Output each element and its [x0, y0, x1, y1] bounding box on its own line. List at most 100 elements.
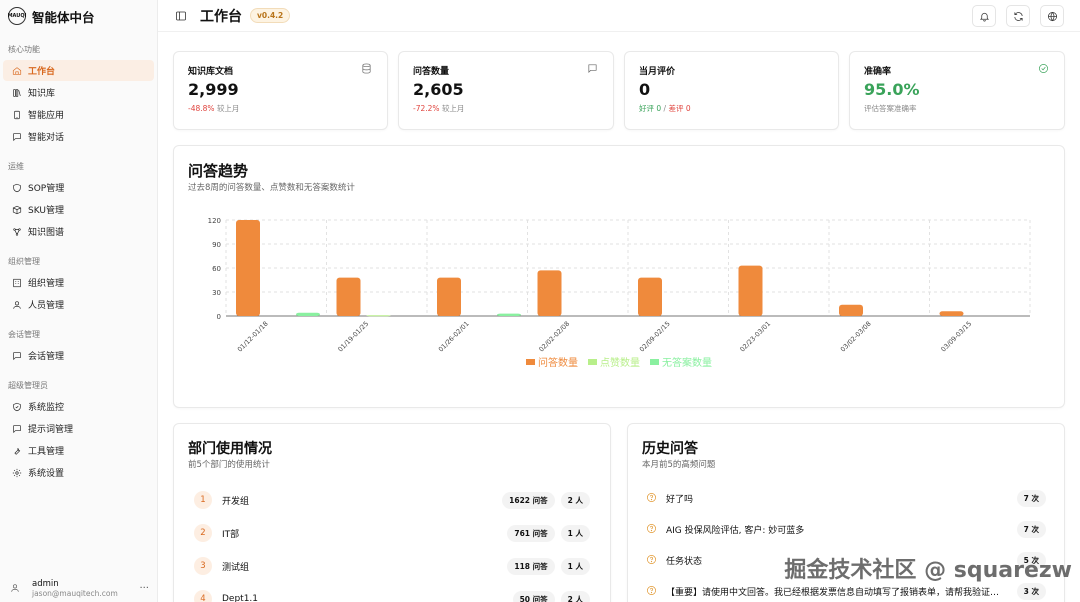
- history-row[interactable]: AIG 投保风险评估, 客户: 妙可蓝多 7 次: [646, 520, 1046, 538]
- refresh-icon: [1013, 11, 1023, 21]
- x-tick-label: 03/09-03/15: [939, 320, 973, 354]
- database-icon: [361, 63, 373, 75]
- department-name: Dept1.1: [222, 594, 259, 602]
- home-icon: [11, 65, 23, 77]
- legend-swatch: [650, 358, 659, 365]
- more-icon[interactable]: ···: [139, 583, 149, 594]
- y-tick-label: 30: [212, 289, 221, 297]
- sidebar-item[interactable]: 提示词管理: [3, 418, 154, 439]
- sidebar-item-label: 系统监控: [28, 403, 65, 413]
- department-usage-card: 部门使用情况 前5个部门的使用统计 1 开发组 1622 问答 2 人 2 IT部 761 …: [173, 423, 611, 602]
- bar-0: [839, 304, 863, 316]
- sidebar-item-label: 工作台: [28, 67, 56, 77]
- history-row[interactable]: 【重要】请使用中文回答。我已经根据发票信息自动填写了报销表单，请帮我验证填写..…: [646, 582, 1046, 600]
- globe-icon: [1047, 11, 1057, 21]
- section-subtitle: 本月前5的高频问题: [642, 460, 716, 470]
- bar-0: [638, 277, 662, 316]
- legend-label: 点赞数量: [600, 358, 640, 369]
- language-button[interactable]: [1040, 5, 1064, 27]
- chart-subtitle: 过去8周的问答数量、点赞数和无答案数统计: [188, 183, 355, 193]
- legend-item[interactable]: 无答案数量: [650, 354, 712, 369]
- app-name: 智能体中台: [32, 9, 95, 25]
- user-meta: admin jason@mauqitech.com: [32, 579, 139, 598]
- question-icon: [646, 585, 658, 597]
- sidebar-item[interactable]: SOP管理: [3, 177, 154, 198]
- sidebar-toggle-icon[interactable]: [174, 9, 188, 23]
- notification-button[interactable]: [972, 5, 996, 27]
- sidebar-item[interactable]: 智能应用: [3, 104, 154, 125]
- user-profile[interactable]: admin jason@mauqitech.com ···: [0, 574, 157, 602]
- stat-card-documents[interactable]: 知识库文档 2,999 -48.8% 较上月: [173, 51, 388, 130]
- bar-0: [537, 270, 562, 316]
- stat-title: 问答数量: [413, 67, 450, 77]
- section-title: 历史问答: [642, 441, 698, 457]
- stat-card-ratings[interactable]: 当月评价 0 好评 0 / 差评 0: [624, 51, 839, 130]
- section-subtitle: 前5个部门的使用统计: [188, 460, 270, 470]
- legend-item[interactable]: 点赞数量: [588, 354, 640, 369]
- x-tick-label: 02/02-02/08: [537, 320, 571, 354]
- sidebar-item[interactable]: 系统监控: [3, 396, 154, 417]
- building-icon: [11, 277, 23, 289]
- brand[interactable]: MAUQI 智能体中台: [0, 0, 157, 32]
- history-question: 【重要】请使用中文回答。我已经根据发票信息自动填写了报销表单，请帮我验证填写..…: [666, 587, 1003, 598]
- sidebar-item[interactable]: 组织管理: [3, 272, 154, 293]
- sidebar-item[interactable]: 智能对话: [3, 126, 154, 147]
- department-row[interactable]: 4 Dept1.1 50 问答 2 人: [194, 590, 590, 602]
- delta-suffix: 较上月: [216, 104, 240, 113]
- bar-0: [236, 220, 260, 316]
- people-count-badge: 2 人: [560, 590, 590, 602]
- question-icon: [646, 523, 658, 535]
- bar-0: [437, 277, 461, 316]
- sidebar-section-title: 运维: [8, 162, 24, 171]
- department-row[interactable]: 2 IT部 761 问答 1 人: [194, 524, 590, 542]
- sidebar-item[interactable]: SKU管理: [3, 199, 154, 220]
- monitor-icon: [11, 401, 23, 413]
- sidebar-item[interactable]: 系统设置: [3, 462, 154, 483]
- qa-count-badge: 1622 问答: [502, 491, 555, 509]
- sidebar-item[interactable]: 知识图谱: [3, 221, 154, 242]
- sidebar-item-label: 知识图谱: [28, 228, 65, 238]
- bar-0: [939, 311, 964, 316]
- sidebar-item-label: 知识库: [28, 89, 56, 99]
- y-tick-label: 120: [208, 217, 221, 225]
- watermark: 掘金技术社区 @ squarezw: [784, 558, 1072, 583]
- qa-count-badge: 50 问答: [512, 590, 555, 602]
- sidebar: MAUQI 智能体中台 核心功能 工作台 知识库 智能应用 智能对话 运维 SOP管理 SKU…: [0, 0, 158, 602]
- version-badge: v0.4.2: [250, 8, 291, 23]
- people-count-badge: 2 人: [560, 491, 590, 509]
- frequency-badge: 7 次: [1016, 489, 1046, 507]
- chat-icon: [11, 423, 23, 435]
- stat-card-accuracy[interactable]: 准确率 95.0% 评估答案准确率: [849, 51, 1065, 130]
- chat-icon: [11, 131, 23, 143]
- question-icon: [646, 554, 658, 566]
- sidebar-item-label: SKU管理: [28, 206, 64, 216]
- delta-value: -72.2%: [413, 104, 440, 113]
- x-tick-label: 01/26-02/01: [437, 320, 471, 354]
- refresh-button[interactable]: [1006, 5, 1030, 27]
- bar-0: [336, 277, 361, 316]
- delta-value: -48.8%: [188, 104, 215, 113]
- good-rating: 好评 0: [639, 104, 662, 113]
- history-row[interactable]: 好了吗 7 次: [646, 489, 1046, 507]
- department-name: 开发组: [222, 496, 250, 507]
- sidebar-item-label: 智能应用: [28, 111, 65, 121]
- rank-badge: 2: [194, 524, 212, 542]
- department-row[interactable]: 3 测试组 118 问答 1 人: [194, 557, 590, 575]
- wrench-icon: [11, 445, 23, 457]
- legend-item[interactable]: 问答数量: [526, 354, 578, 369]
- bar-2: [497, 313, 521, 316]
- sidebar-item[interactable]: 工具管理: [3, 440, 154, 461]
- legend-swatch: [526, 358, 535, 365]
- department-row[interactable]: 1 开发组 1622 问答 2 人: [194, 491, 590, 509]
- sidebar-item[interactable]: 人员管理: [3, 294, 154, 315]
- stat-value: 95.0%: [864, 80, 920, 99]
- legend-label: 无答案数量: [662, 358, 712, 369]
- stat-card-qa[interactable]: 问答数量 2,605 -72.2% 较上月: [398, 51, 614, 130]
- check-circle-icon: [1038, 63, 1050, 75]
- sidebar-item[interactable]: 工作台: [3, 60, 154, 81]
- sidebar-item[interactable]: 会话管理: [3, 345, 154, 366]
- sidebar-item-label: 人员管理: [28, 301, 65, 311]
- sidebar-item[interactable]: 知识库: [3, 82, 154, 103]
- qa-trend-chart: 0 30 60 90 120 01/12-01/18 01/19-01/25 01/26-02…: [208, 217, 1031, 354]
- x-tick-label: 02/09-02/15: [638, 320, 672, 354]
